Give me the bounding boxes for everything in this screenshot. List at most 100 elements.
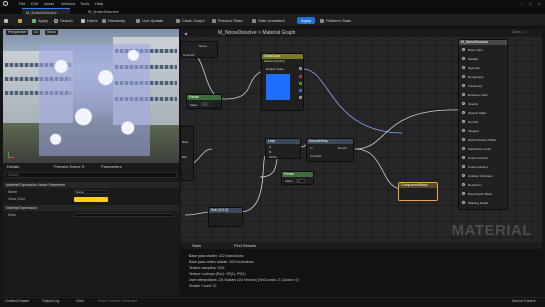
stat-line: Base pass shader: 222 instructions	[189, 254, 244, 258]
menu-asset[interactable]: Asset	[44, 1, 54, 6]
browse-button[interactable]	[18, 18, 24, 23]
input-pin[interactable]	[462, 174, 465, 177]
material-pin-label: Custom Data 0	[468, 156, 489, 160]
content-drawer-button[interactable]: Content Drawer	[5, 299, 30, 303]
input-pin[interactable]	[462, 201, 465, 204]
menu-help[interactable]: Help	[95, 1, 103, 6]
preview-state-button[interactable]: Preview State	[212, 18, 243, 23]
section-vector-parameter[interactable]: Material Expression Vector Parameter	[3, 182, 179, 188]
console-input[interactable]: Enter Console Command	[98, 299, 137, 303]
lerp-node-title: Lerp	[266, 139, 300, 144]
tab-details[interactable]: Details	[7, 164, 19, 169]
clean-graph-button[interactable]: Clean Graph	[176, 18, 205, 23]
close-icon[interactable]: ×	[538, 1, 540, 6]
param-node[interactable]: Param Value 1.0	[186, 94, 222, 109]
stat-line: Texture Lookups (Est.): VS(1), PS(1)	[189, 272, 246, 276]
lit-button[interactable]: Lit	[32, 30, 40, 35]
param2-node[interactable]: Param Value 2	[281, 171, 314, 185]
smoothstep-node-title: SmoothStep	[307, 139, 353, 144]
param2-value-field[interactable]: 2	[296, 179, 305, 183]
left-node-mid[interactable]: Rate Blur	[180, 126, 194, 181]
output-log-button[interactable]: Output Log	[42, 299, 59, 303]
lerp-b: B	[269, 150, 272, 154]
material-pin-label: Emissive Color	[468, 93, 489, 97]
glow-color-swatch[interactable]	[74, 197, 108, 202]
smoothstep-node[interactable]: SmoothStep In Result Contrast	[306, 138, 354, 162]
input-pin[interactable]	[462, 120, 465, 123]
preview-state-icon	[212, 19, 216, 23]
output-pin-g[interactable]	[299, 82, 302, 85]
details-search-input[interactable]: Search	[5, 172, 177, 178]
breadcrumb: M_NoiseDissolve > Material Graph	[218, 30, 296, 36]
input-pin[interactable]	[462, 75, 465, 78]
smoothstep-result: Result	[338, 146, 347, 150]
value-field[interactable]: 1.0	[201, 102, 211, 106]
tab-preview-scene[interactable]: Preview Scene S	[54, 164, 84, 169]
output-pin-a[interactable]	[299, 96, 302, 99]
lerp-node[interactable]: Lerp A B Alpha	[265, 138, 301, 159]
back-icon[interactable]: ◀	[184, 31, 187, 36]
input-pin[interactable]	[462, 129, 465, 132]
hide-unrelated-button[interactable]: Hide Unrelated	[252, 18, 285, 23]
menu-edit[interactable]: Edit	[31, 1, 38, 6]
lerp-a: A	[269, 145, 272, 149]
tab-stats[interactable]: Stats	[192, 243, 201, 248]
cmd-button[interactable]: Cmd	[76, 299, 83, 303]
tab-find-results[interactable]: Find Results	[234, 243, 256, 248]
output-pin[interactable]	[299, 67, 302, 70]
param2-node-title: Param	[282, 172, 313, 177]
component-mask-node[interactable]: ComponentMask	[398, 182, 438, 201]
hierarchy-button[interactable]: Hierarchy	[102, 18, 125, 23]
source-control-button[interactable]: Source Control	[512, 299, 535, 303]
search-button[interactable]: Search	[54, 18, 73, 23]
live-update-button[interactable]: Live Update	[136, 18, 163, 23]
pin-name: Name	[199, 44, 208, 48]
smoothstep-contrast: Contrast	[310, 154, 322, 158]
home-button[interactable]: Home	[81, 18, 98, 23]
minimize-icon[interactable]: –	[521, 1, 523, 6]
sub-node[interactable]: Sub (0,0,0)	[208, 207, 243, 227]
pin-blur: Blur	[182, 155, 188, 159]
menu-file[interactable]: File	[19, 1, 25, 6]
menu-tools[interactable]: Tools	[80, 1, 89, 6]
input-pin[interactable]	[462, 138, 465, 141]
perspective-button[interactable]: Perspective	[6, 30, 29, 35]
stats-button[interactable]: Apply	[297, 17, 315, 24]
folder-icon	[18, 19, 22, 23]
value-label: Value	[190, 103, 198, 107]
name-field[interactable]: Name	[74, 190, 108, 194]
glow-color-label: Glow Color	[8, 197, 26, 201]
input-pin[interactable]	[462, 192, 465, 195]
input-pin[interactable]	[462, 156, 465, 159]
output-pin-b[interactable]	[299, 89, 302, 92]
apply-button[interactable]: Apply	[32, 18, 48, 23]
left-node-top[interactable]: Name Contrast	[180, 41, 218, 58]
input-pin[interactable]	[462, 48, 465, 51]
input-pin[interactable]	[462, 66, 465, 69]
show-button[interactable]: Show	[45, 30, 58, 35]
desc-field[interactable]	[74, 213, 174, 217]
output-pin-r[interactable]	[299, 75, 302, 78]
save-button[interactable]	[4, 18, 10, 23]
platform-stats-button[interactable]: Platform Stats	[320, 18, 351, 23]
input-pin[interactable]	[462, 183, 465, 186]
input-pin[interactable]	[462, 93, 465, 96]
material-pin-label: Specular	[468, 66, 480, 70]
material-result-node[interactable]: M_NoiseDissolve Base Color Metallic Specul…	[458, 39, 508, 210]
input-pin[interactable]	[462, 165, 465, 168]
zoom-label: Zoom -1	[512, 30, 526, 34]
section-material-expression[interactable]: Material Expression	[3, 205, 179, 211]
input-pin[interactable]	[462, 111, 465, 114]
input-pin[interactable]	[462, 147, 465, 150]
component-mask-title: ComponentMask	[399, 183, 437, 188]
input-pin[interactable]	[462, 102, 465, 105]
input-pin[interactable]	[462, 57, 465, 60]
material-pin-label: Refraction	[468, 183, 482, 187]
tab-graph[interactable]: M_NoiseDissolve	[84, 8, 134, 15]
maximize-icon[interactable]: □	[529, 1, 531, 6]
input-pin[interactable]	[462, 84, 465, 87]
glow-color-param-node[interactable]: GlowColor Param (0,0,0,1) Default Value	[261, 53, 304, 111]
tab-asset[interactable]: M_NoiseDissolve	[22, 8, 70, 15]
tab-parameters[interactable]: Parameters	[101, 164, 122, 169]
menu-window[interactable]: Window	[61, 1, 75, 6]
